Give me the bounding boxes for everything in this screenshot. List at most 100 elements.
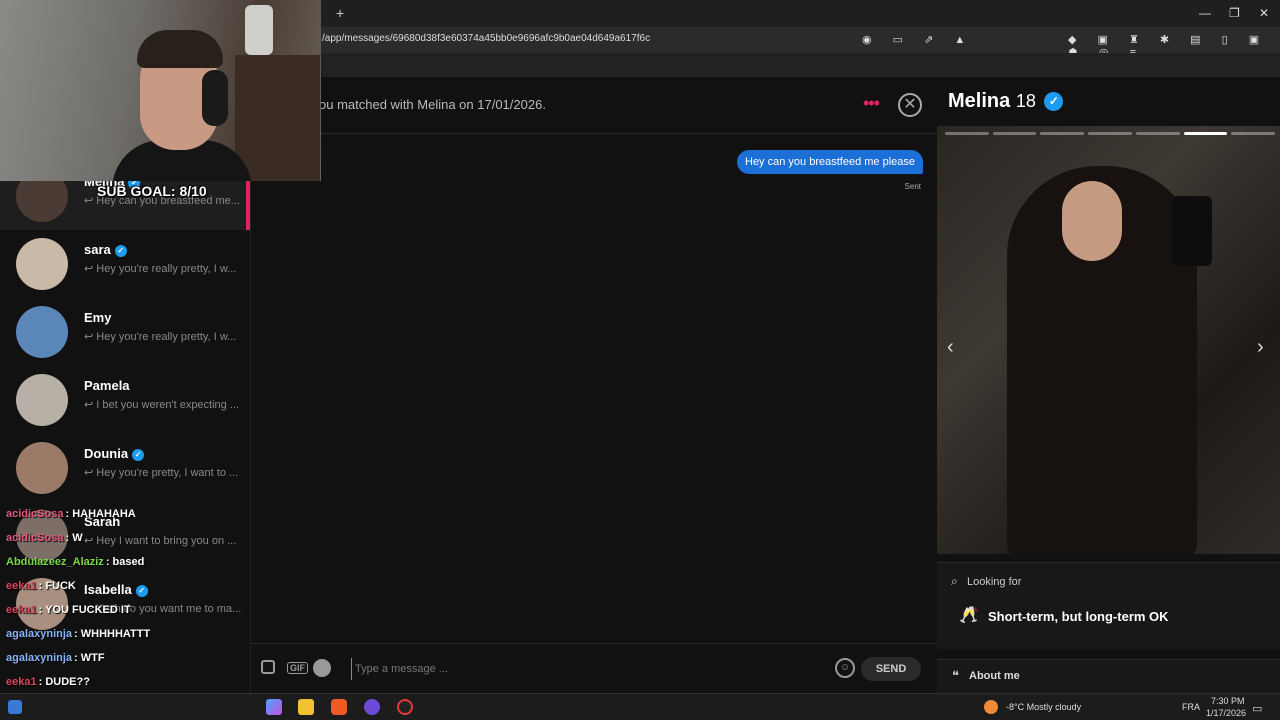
photo-progress-segment[interactable] [992,132,1037,135]
match-last-message: ↩ Hey you're really pretty, I w... [84,263,237,275]
file-explorer-icon[interactable] [298,699,314,715]
photo-progress-segment[interactable] [1088,132,1132,135]
avatar[interactable] [16,442,68,494]
new-tab-button[interactable]: + [336,5,344,21]
avatar[interactable] [16,374,68,426]
url-text[interactable]: /app/messages/69680d38f3e60374a45bb0e969… [322,33,650,44]
champagne-icon: 🥂 [959,607,979,624]
notification-icon[interactable]: ▭ [1252,702,1262,715]
photo-progress-bars [945,132,1276,135]
brave-browser-icon[interactable] [331,699,347,715]
screen: + — ❐ ✕ /app/messages/69680d38f3e60374a4… [0,0,1280,720]
clock-date[interactable]: 1/17/2026 [1206,708,1246,718]
copilot-icon[interactable] [266,699,282,715]
match-last-message: ↩ Hey you're pretty, I want to ... [84,467,239,479]
gif-button[interactable]: GIF [287,662,308,674]
spotify-icon[interactable] [313,659,331,677]
about-me-section: ❝ About me [937,659,1280,693]
message-input[interactable] [351,658,821,680]
webcam-overlay [0,0,321,181]
clock-time[interactable]: 7:30 PM [1211,696,1245,706]
avatar[interactable] [16,306,68,358]
sub-goal-overlay: SUB GOAL: 8/10 [97,183,207,199]
match-name-text: Dounia [84,446,129,461]
sent-message-bubble: Hey can you breastfeed me please [737,150,923,174]
message-composer: GIF ☺ SEND [251,643,938,693]
search-icon: ⌕ [951,574,958,588]
obs-icon[interactable] [364,699,380,715]
match-row[interactable]: Emy ↩ Hey you're really pretty, I w... [0,298,250,366]
about-me-label: About me [969,670,1020,682]
stream-chat-text: : based [105,556,145,568]
stream-chat-message: eeka1: FUCK [6,580,76,592]
match-name-text: sara [84,242,111,257]
stream-chat-message: eeka1: DUDE?? [6,676,90,688]
stream-chat-username: eeka1 [6,604,37,616]
profile-name: Melina [948,90,1011,112]
restore-button[interactable]: ❐ [1229,6,1240,20]
match-name: Emy [84,310,111,325]
photo-progress-segment[interactable] [1040,132,1085,135]
photo-progress-segment[interactable] [945,132,989,135]
stream-chat-text: : WTF [74,652,105,664]
stream-chat-text: : FUCK [38,580,76,592]
verified-badge-icon: ✓ [1044,92,1064,111]
photo-progress-segment[interactable] [1183,132,1228,135]
avatar[interactable] [16,238,68,290]
sticker-icon[interactable] [261,660,275,674]
profile-photo[interactable]: ‹ › [937,126,1280,554]
stream-chat-username: agalaxyninja [6,652,73,664]
send-button[interactable]: SEND [861,657,921,681]
match-row[interactable]: Dounia ✓ ↩ Hey you're pretty, I want to ..… [0,434,250,502]
webcam-bottle-shape [245,5,273,55]
stream-chat-message: acidicSosa: HAHAHAHA [6,508,136,520]
photo-progress-segment[interactable] [1231,132,1276,135]
next-photo-arrow-icon[interactable]: › [1257,336,1264,359]
match-last-message: ↩ Hey you're really pretty, I w... [84,331,237,343]
stream-chat-message: eeka1: YOU FUCKED IT [6,604,131,616]
address-bar-icons[interactable]: ◉ ▭ ⇗ ▲ [862,33,974,46]
profile-age: 18 [1015,91,1036,111]
match-name: Dounia ✓ [84,446,145,461]
recording-app-icon[interactable] [397,699,413,715]
previous-photo-arrow-icon[interactable]: ‹ [947,336,954,359]
looking-for-value: Short-term, but long-term OK [988,609,1169,624]
match-name-text: Pamela [84,378,130,393]
stream-chat-username: Abdulazeez_Alaziz [6,556,104,568]
phone-shape [1172,196,1212,266]
stream-chat-text: : WHHHHATTT [74,628,151,640]
stream-chat-message: Abdulazeez_Alaziz: based [6,556,144,568]
webcam-hair-shape [137,30,223,68]
close-window-button[interactable]: ✕ [1259,6,1269,20]
chat-panel: ou matched with Melina on 17/01/2026. ••… [250,77,938,693]
match-row[interactable]: Pamela ↩ I bet you weren't expecting ... [0,366,250,434]
photo-progress-segment[interactable] [1135,132,1180,135]
close-chat-button[interactable]: ✕ [898,93,922,117]
start-icon[interactable] [8,700,22,714]
stream-chat-text: : W [65,532,83,544]
stream-chat-username: acidicSosa [6,508,64,520]
more-options-icon[interactable]: ••• [863,93,880,114]
message-status: Sent [904,182,921,191]
verified-badge-icon: ✓ [135,584,148,597]
match-name-text: Emy [84,310,112,325]
minimize-button[interactable]: — [1199,6,1211,20]
profile-panel: Melina 18 ✓ ‹ › ⌕ Looking for 🥂 Short-te… [937,77,1280,693]
verified-badge-icon: ✓ [132,448,145,461]
language-indicator[interactable]: FRA [1182,702,1200,712]
weather-text[interactable]: -8°C Mostly cloudy [1006,702,1081,712]
stream-chat-message: agalaxyninja: WHHHHATTT [6,628,150,640]
stream-chat-text: : YOU FUCKED IT [38,604,131,616]
photo-face-shape [1062,181,1122,261]
match-row[interactable]: sara ✓ ↩ Hey you're really pretty, I w... [0,230,250,298]
stream-chat-text: : DUDE?? [38,676,90,688]
weather-icon [984,700,998,714]
stream-chat-text: : HAHAHAHA [65,508,136,520]
match-name: Pamela [84,378,130,393]
emoji-button[interactable]: ☺ [835,658,855,678]
looking-for-label: Looking for [967,576,1022,588]
stream-chat-username: agalaxyninja [6,628,73,640]
stream-chat-message: agalaxyninja: WTF [6,652,105,664]
stream-chat-username: eeka1 [6,580,37,592]
match-last-message: ↩ Hey I want to bring you on ... [84,535,237,547]
